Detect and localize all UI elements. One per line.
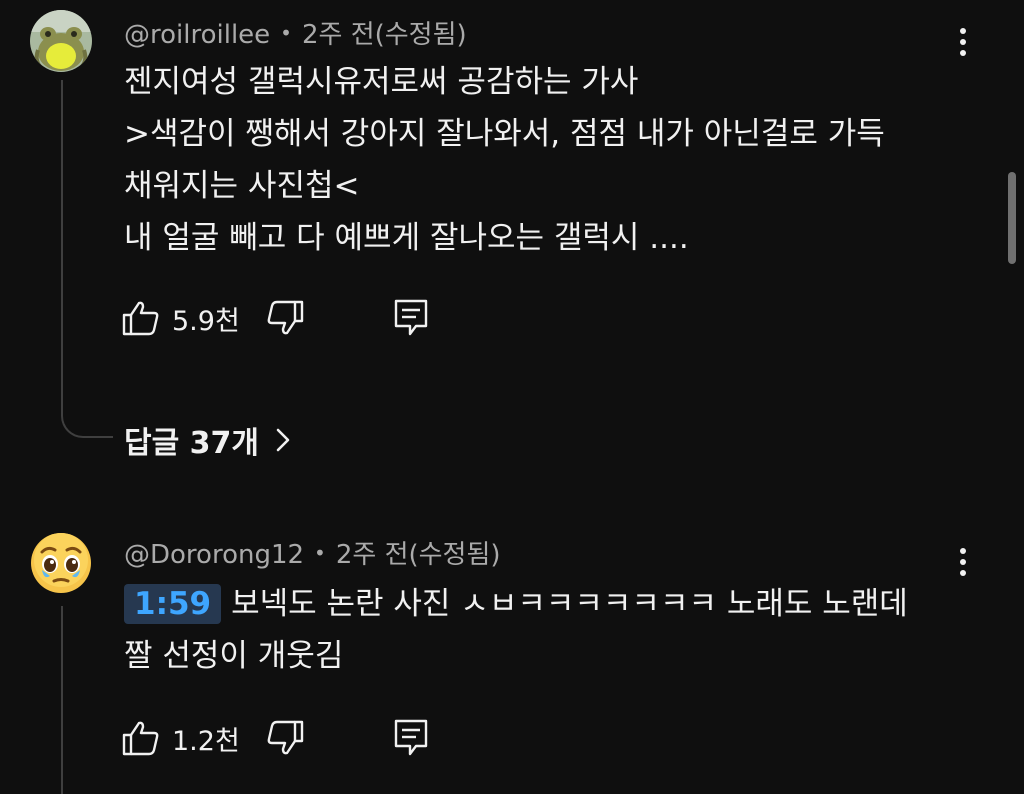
- reply-button[interactable]: [394, 719, 428, 757]
- comment-actions: 5.9천: [122, 296, 428, 340]
- more-options-button[interactable]: [948, 22, 978, 62]
- video-timestamp-link[interactable]: 1:59: [124, 584, 222, 624]
- chevron-right-icon: [276, 428, 290, 452]
- comment-time: 2주 전(수정됨): [301, 20, 467, 50]
- more-dot: [960, 50, 966, 56]
- thumbs-up-icon: [122, 721, 159, 756]
- more-dot: [960, 39, 966, 45]
- author-name[interactable]: @roilroillee: [124, 20, 270, 50]
- teary-emoji-avatar-icon: [31, 533, 91, 593]
- dislike-button[interactable]: [266, 720, 394, 756]
- like-button[interactable]: 1.2천: [122, 719, 266, 758]
- comment-line: 짤 선정이 개웃김: [124, 638, 344, 674]
- comment-actions: 1.2천: [122, 716, 428, 760]
- view-replies-button[interactable]: 답글 37개: [124, 418, 291, 462]
- reply-button[interactable]: [394, 299, 428, 337]
- separator-dot: •: [280, 21, 292, 45]
- comment-header: @Dororong12 • 2주 전(수정됨): [124, 534, 501, 571]
- comment-line-text: 보넥도 논란 사진 ㅅㅂㅋㅋㅋㅋㅋㅋㅋ 노래도 노랜데: [231, 586, 908, 622]
- more-dot: [960, 559, 966, 565]
- comment-line: 채워지는 사진첩<: [124, 168, 360, 204]
- thumbs-down-icon: [267, 300, 304, 335]
- avatar[interactable]: [30, 10, 92, 72]
- frog-avatar-icon: [30, 10, 92, 72]
- thumbs-up-icon: [122, 301, 159, 336]
- replies-label: 답글 37개: [124, 426, 259, 461]
- more-dot: [960, 548, 966, 554]
- comment-line: 젠지여성 갤럭시유저로써 공감하는 가사: [124, 64, 639, 100]
- scrollbar[interactable]: [1008, 172, 1016, 264]
- avatar[interactable]: [30, 532, 92, 594]
- comment-line: 1:59 보넥도 논란 사진 ㅅㅂㅋㅋㅋㅋㅋㅋㅋ 노래도 노랜데: [124, 578, 908, 630]
- author-name[interactable]: @Dororong12: [124, 540, 304, 570]
- comment-line: >색감이 쨍해서 강아지 잘나와서, 점점 내가 아닌걸로 가득: [124, 116, 885, 152]
- comment-thread: @roilroillee • 2주 전(수정됨) 젠지여성 갤럭시유저로써 공감하는…: [0, 0, 1024, 470]
- more-dot: [960, 28, 966, 34]
- comment-text: 1:59 보넥도 논란 사진 ㅅㅂㅋㅋㅋㅋㅋㅋㅋ 노래도 노랜데 짤 선정이 개웃…: [124, 578, 908, 682]
- comment-icon: [394, 719, 428, 756]
- more-options-button[interactable]: [948, 542, 978, 582]
- comment-line: 내 얼굴 빼고 다 예쁘게 잘나오는 갤럭시 ....: [124, 220, 689, 256]
- comment-time: 2주 전(수정됨): [335, 540, 501, 570]
- thumbs-down-icon: [267, 720, 304, 755]
- thread-connector: [61, 396, 113, 438]
- like-count: 5.9천: [172, 305, 240, 337]
- comment-text: 젠지여성 갤럭시유저로써 공감하는 가사 >색감이 쨍해서 강아지 잘나와서, …: [124, 56, 885, 264]
- thread-line: [61, 606, 63, 794]
- dislike-button[interactable]: [266, 300, 394, 336]
- comment-header: @roilroillee • 2주 전(수정됨): [124, 14, 467, 51]
- separator-dot: •: [314, 541, 326, 565]
- thread-line: [61, 80, 63, 398]
- like-button[interactable]: 5.9천: [122, 299, 266, 338]
- like-count: 1.2천: [172, 725, 240, 757]
- more-dot: [960, 570, 966, 576]
- comment-icon: [394, 299, 428, 336]
